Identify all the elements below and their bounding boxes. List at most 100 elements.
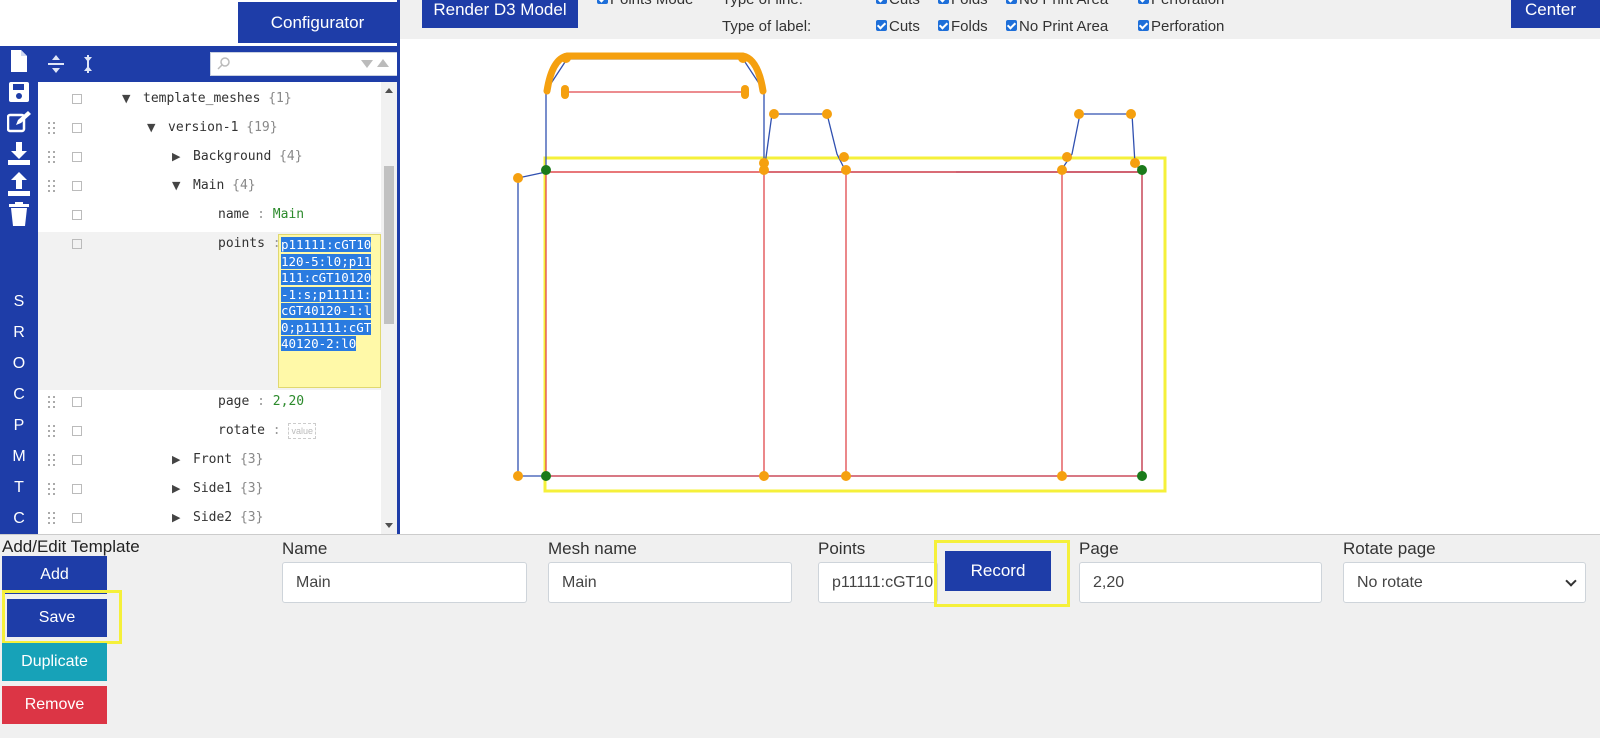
dieline-svg[interactable] bbox=[400, 39, 1600, 534]
tree-value[interactable]: 2,20 bbox=[273, 394, 304, 409]
drag-handle-icon[interactable] bbox=[48, 121, 56, 134]
tree-key: points bbox=[218, 236, 265, 251]
row-select-box[interactable] bbox=[72, 93, 82, 104]
points-input[interactable]: p11111:cGT10120-5:l0;p11111:cGT10120-1:s… bbox=[818, 562, 938, 603]
sidebar-letter[interactable]: S bbox=[0, 286, 38, 317]
form-title: Add/Edit Template bbox=[2, 537, 140, 556]
expanded-triangle-icon[interactable]: ▼ bbox=[147, 121, 155, 134]
rotate-page-label: Rotate page bbox=[1343, 539, 1436, 558]
expanded-triangle-icon[interactable]: ▼ bbox=[172, 179, 180, 192]
tree-scrollbar[interactable] bbox=[381, 82, 397, 534]
drag-handle-icon[interactable] bbox=[48, 511, 56, 524]
row-select-box[interactable] bbox=[72, 483, 82, 494]
mesh-name-input[interactable]: Main bbox=[548, 562, 792, 603]
tree-row[interactable]: ▶ Side1 {3} bbox=[38, 474, 388, 503]
center-button[interactable]: Center bbox=[1511, 0, 1600, 28]
search-prev-icon[interactable] bbox=[377, 59, 389, 67]
tree-row[interactable]: name : Main bbox=[38, 200, 388, 229]
anchor-points[interactable] bbox=[541, 165, 1147, 481]
drag-handle-icon[interactable] bbox=[48, 179, 56, 192]
tree-key: name bbox=[218, 207, 250, 222]
handle-arc[interactable] bbox=[543, 52, 767, 95]
tree-row[interactable]: rotate : value bbox=[38, 416, 388, 445]
row-select-box[interactable] bbox=[72, 396, 82, 407]
configurator-button[interactable]: Configurator bbox=[238, 2, 397, 43]
line-perforation-checkbox[interactable]: Perforation bbox=[1138, 0, 1224, 8]
render-d3-model-button[interactable]: Render D3 Model bbox=[422, 0, 578, 28]
sidebar-letter[interactable]: P bbox=[0, 410, 38, 441]
dieline-canvas[interactable] bbox=[400, 39, 1600, 534]
duplicate-button[interactable]: Duplicate bbox=[2, 643, 107, 681]
collapsed-triangle-icon[interactable]: ▶ bbox=[172, 453, 180, 466]
add-button[interactable]: Add bbox=[2, 556, 107, 594]
tree-row[interactable]: ▼ version-1 {19} bbox=[38, 113, 388, 142]
tree-value-empty[interactable]: value bbox=[288, 422, 316, 439]
sidebar-letter[interactable]: C bbox=[0, 379, 38, 410]
rotate-page-select[interactable]: No rotate bbox=[1343, 562, 1586, 603]
save-icon[interactable] bbox=[6, 79, 32, 105]
collapsed-triangle-icon[interactable]: ▶ bbox=[172, 511, 180, 524]
search-next-icon[interactable] bbox=[361, 60, 373, 68]
row-select-box[interactable] bbox=[72, 209, 82, 220]
row-select-box[interactable] bbox=[72, 425, 82, 436]
row-select-box[interactable] bbox=[72, 512, 82, 523]
template-form: Add/Edit Template Add Save Duplicate Rem… bbox=[0, 534, 1600, 738]
drag-handle-icon[interactable] bbox=[48, 395, 56, 408]
tree-row[interactable]: ▼ template_meshes {1} bbox=[38, 84, 388, 113]
drag-handle-icon[interactable] bbox=[48, 424, 56, 437]
new-file-icon[interactable] bbox=[6, 48, 32, 74]
row-select-box[interactable] bbox=[72, 180, 82, 191]
line-no-print-area-checkbox[interactable]: No Print Area bbox=[1006, 0, 1108, 8]
tree-row[interactable]: page : 2,20 bbox=[38, 387, 388, 416]
sidebar-letter[interactable]: C bbox=[0, 503, 38, 534]
drag-handle-icon[interactable] bbox=[48, 453, 56, 466]
save-button[interactable]: Save bbox=[7, 599, 107, 637]
sidebar-letter[interactable]: O bbox=[0, 348, 38, 379]
drag-handle-icon[interactable] bbox=[48, 482, 56, 495]
delete-icon[interactable] bbox=[6, 201, 32, 227]
sidebar-letter[interactable]: M bbox=[0, 441, 38, 472]
tree-key: Main bbox=[193, 178, 225, 193]
points-value-selected-text[interactable]: p11111:cGT10120-5:l0;p11111:cGT10120-1:s… bbox=[281, 237, 372, 351]
row-select-box[interactable] bbox=[72, 238, 82, 249]
line-folds-checkbox[interactable]: Folds bbox=[938, 0, 988, 8]
expanded-triangle-icon[interactable]: ▼ bbox=[122, 92, 130, 105]
collapse-all-icon[interactable] bbox=[78, 54, 98, 74]
label-no-print-area-checkbox[interactable]: No Print Area bbox=[1006, 18, 1108, 35]
line-cuts-checkbox[interactable]: Cuts bbox=[876, 0, 920, 8]
edit-icon[interactable] bbox=[6, 109, 32, 135]
tree-row[interactable]: ▶ Background {4} bbox=[38, 142, 388, 171]
top-left-area: Configurator bbox=[0, 0, 398, 46]
tree-search-input[interactable] bbox=[210, 52, 398, 76]
label-cuts-checkbox[interactable]: Cuts bbox=[876, 18, 920, 35]
label-folds-checkbox[interactable]: Folds bbox=[938, 18, 988, 35]
download-icon[interactable] bbox=[6, 140, 32, 166]
tree-row[interactable]: ▶ Front {3} bbox=[38, 445, 388, 474]
tree-row[interactable]: ▼ Main {4} bbox=[38, 171, 388, 200]
checkbox-checked-icon[interactable] bbox=[597, 0, 608, 4]
tree-value[interactable]: Main bbox=[273, 207, 304, 222]
scroll-up-icon[interactable] bbox=[385, 88, 393, 93]
tree-row[interactable]: ▶ Side2 {3} bbox=[38, 503, 388, 532]
points-value-editor[interactable]: p11111:cGT10120-5:l0;p11111:cGT10120-1:s… bbox=[278, 234, 381, 388]
collapsed-triangle-icon[interactable]: ▶ bbox=[172, 482, 180, 495]
expand-all-icon[interactable] bbox=[46, 54, 66, 74]
record-button[interactable]: Record bbox=[945, 551, 1051, 591]
control-points[interactable] bbox=[513, 53, 1140, 481]
row-select-box[interactable] bbox=[72, 151, 82, 162]
label-perforation-checkbox[interactable]: Perforation bbox=[1138, 18, 1224, 35]
row-select-box[interactable] bbox=[72, 454, 82, 465]
points-mode-toggle[interactable]: Points Mode bbox=[597, 0, 693, 8]
sidebar-letter[interactable]: R bbox=[0, 317, 38, 348]
row-select-box[interactable] bbox=[72, 122, 82, 133]
remove-button[interactable]: Remove bbox=[2, 686, 107, 724]
upload-icon[interactable] bbox=[6, 171, 32, 197]
scroll-down-icon[interactable] bbox=[385, 523, 393, 528]
collapsed-triangle-icon[interactable]: ▶ bbox=[172, 150, 180, 163]
sidebar-letter[interactable]: T bbox=[0, 472, 38, 503]
drag-handle-icon[interactable] bbox=[48, 150, 56, 163]
name-input[interactable]: Main bbox=[282, 562, 527, 603]
scrollbar-thumb[interactable] bbox=[384, 166, 394, 324]
page-input[interactable]: 2,20 bbox=[1079, 562, 1322, 603]
tree-count: {19} bbox=[246, 120, 278, 135]
